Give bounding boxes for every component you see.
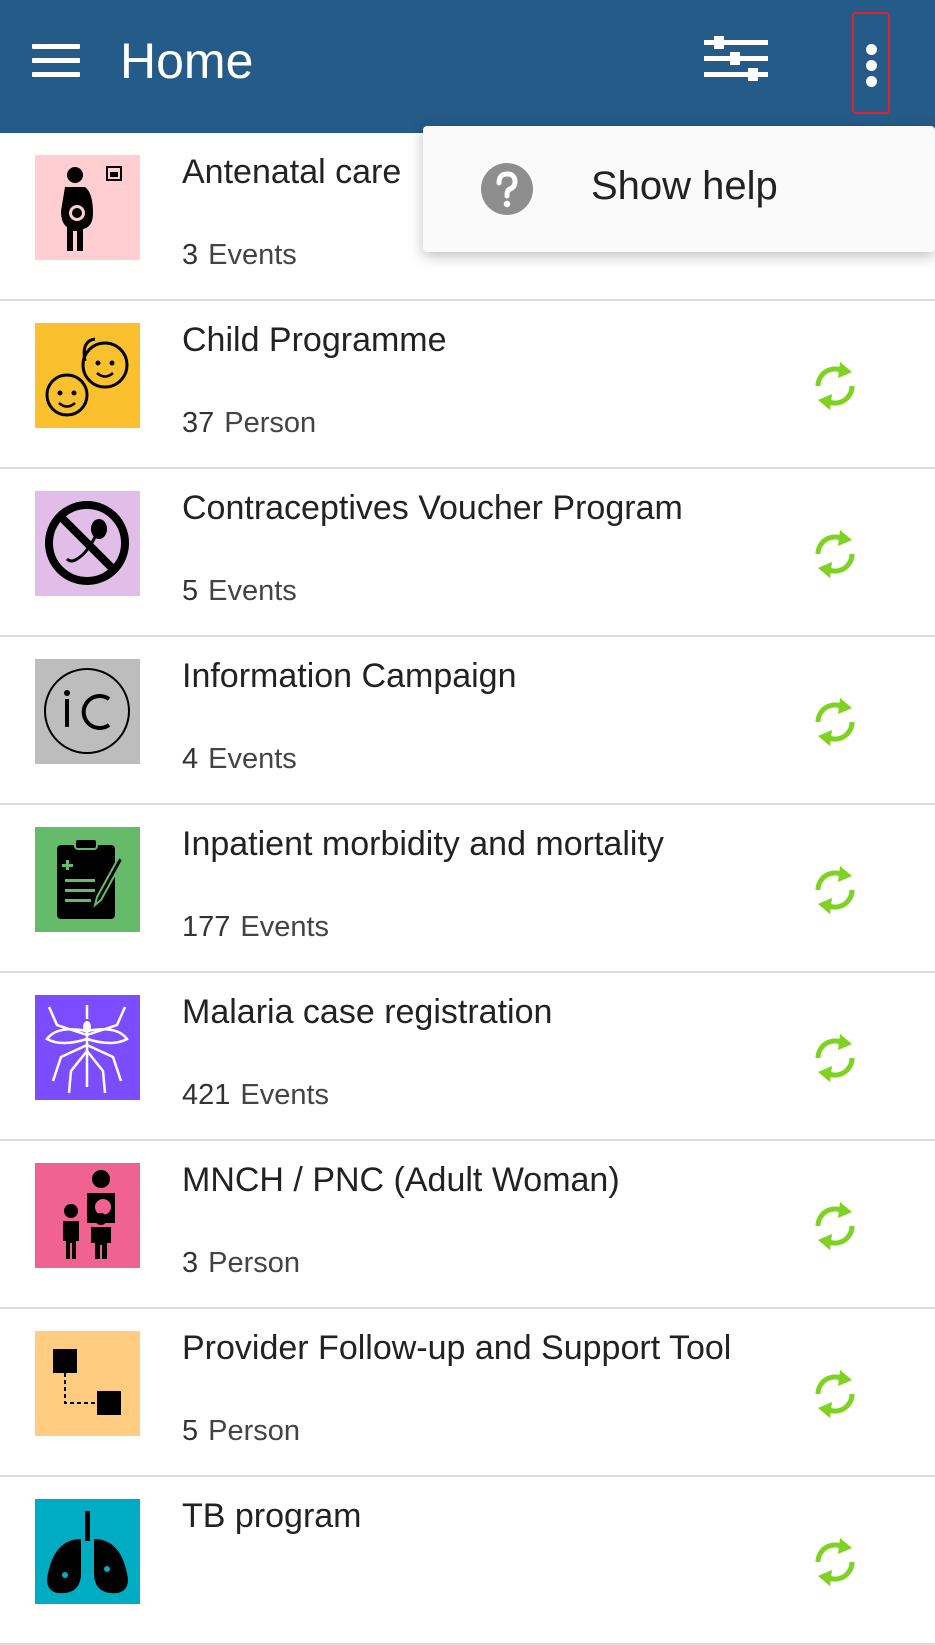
ic-circle-icon [35,659,140,764]
count-unit: Events [240,1079,330,1111]
sync-icon[interactable] [810,860,860,920]
sync-icon[interactable] [810,692,860,752]
more-options-icon[interactable] [852,12,890,114]
program-name: Malaria case registration [182,993,553,1031]
children-faces-icon [35,323,140,428]
list-item-tb-program[interactable]: TB program [0,1477,935,1645]
mosquito-icon [35,995,140,1100]
count-unit: Person [224,407,317,439]
count-value: 37 [182,407,215,439]
count-unit: Person [208,1415,301,1447]
help-circle-icon [480,162,534,216]
list-item-malaria-case-registration[interactable]: Malaria case registration 421 Events [0,973,935,1141]
list-item-child-programme[interactable]: Child Programme 37 Person [0,301,935,469]
count-unit: Person [208,1247,301,1279]
program-count: 4 Events [182,743,297,776]
count-value: 421 [182,1079,231,1111]
hamburger-menu-icon[interactable] [26,38,82,86]
sync-icon[interactable] [810,524,860,584]
list-item-inpatient-morbidity[interactable]: Inpatient morbidity and mortality 177 Eve… [0,805,935,973]
sync-icon[interactable] [810,1532,860,1592]
sync-icon[interactable] [810,1196,860,1256]
overflow-menu: Show help [423,126,935,252]
flow-boxes-icon [35,1331,140,1436]
count-unit: Events [240,911,330,943]
program-count: 177 Events [182,911,329,944]
program-name: Child Programme [182,321,447,359]
clipboard-icon [35,827,140,932]
program-name: Inpatient morbidity and mortality [182,825,664,863]
count-value: 3 [182,239,199,271]
app-bar: Home [0,0,935,133]
sync-icon[interactable] [810,1364,860,1424]
program-count: 3 Events [182,239,297,272]
menu-item-label: Show help [591,164,778,208]
count-value: 4 [182,743,199,775]
program-name: Antenatal care [182,153,402,191]
program-list: Antenatal care 3 Events Child Programme 3… [0,133,935,1645]
count-value: 5 [182,1415,199,1447]
program-count: 5 Events [182,575,297,608]
count-value: 5 [182,575,199,607]
no-sperm-icon [35,491,140,596]
list-item-information-campaign[interactable]: Information Campaign 4 Events [0,637,935,805]
sync-icon[interactable] [810,356,860,416]
list-item-mnch-pnc[interactable]: MNCH / PNC (Adult Woman) 3 Person [0,1141,935,1309]
count-unit: Events [208,239,297,271]
program-name: Contraceptives Voucher Program [182,489,683,527]
page-title: Home [120,33,254,89]
program-name: Information Campaign [182,657,517,695]
count-unit: Events [208,743,297,775]
program-name: TB program [182,1497,362,1535]
lungs-icon [35,1499,140,1604]
family-icon [35,1163,140,1268]
program-count: 37 Person [182,407,316,440]
count-value: 177 [182,911,231,943]
list-item-contraceptives-voucher-program[interactable]: Contraceptives Voucher Program 5 Events [0,469,935,637]
program-name: Provider Follow-up and Support Tool [182,1329,732,1367]
program-count: 5 Person [182,1415,300,1448]
count-value: 3 [182,1247,199,1279]
count-unit: Events [208,575,297,607]
list-item-provider-follow-up[interactable]: Provider Follow-up and Support Tool 5 Per… [0,1309,935,1477]
program-count: 3 Person [182,1247,300,1280]
filter-sliders-icon[interactable] [704,34,778,94]
program-name: MNCH / PNC (Adult Woman) [182,1161,620,1199]
program-count: 421 Events [182,1079,329,1112]
pregnant-woman-icon [35,155,140,260]
sync-icon[interactable] [810,1028,860,1088]
